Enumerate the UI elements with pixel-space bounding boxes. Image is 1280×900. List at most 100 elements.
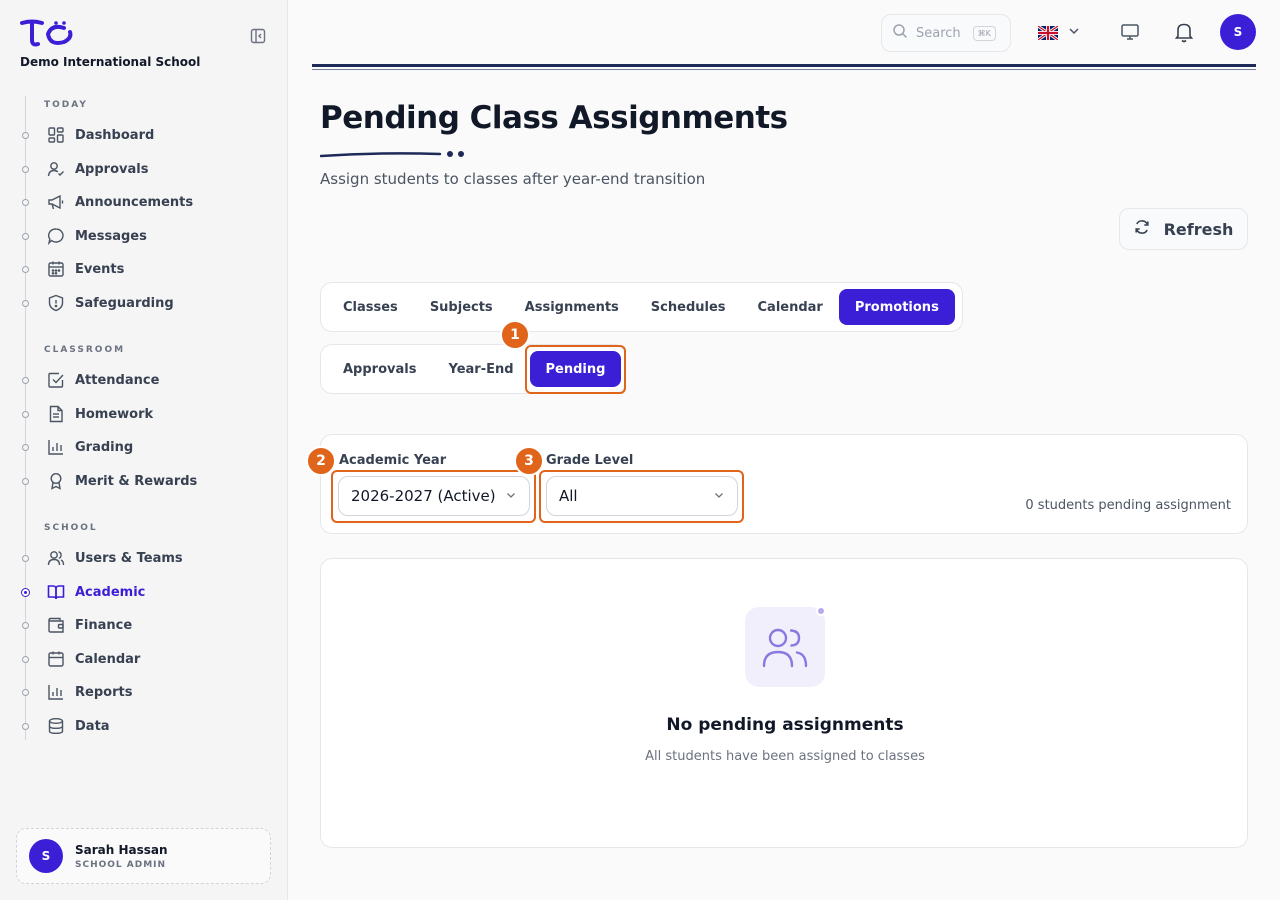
tab-year-end[interactable]: Year-End bbox=[432, 351, 529, 387]
chevron-down-icon bbox=[505, 487, 517, 505]
header-divider-thin bbox=[312, 69, 1256, 70]
pending-count-text: 0 students pending assignment bbox=[1025, 498, 1231, 513]
checkbox-icon bbox=[46, 371, 65, 390]
tab-subjects[interactable]: Subjects bbox=[414, 289, 509, 325]
document-icon bbox=[46, 405, 65, 424]
sidebar-item-label: Safeguarding bbox=[75, 295, 174, 311]
sidebar-item-academic[interactable]: Academic bbox=[46, 579, 266, 605]
title-underline-decoration bbox=[319, 146, 470, 165]
nav-dot bbox=[22, 555, 29, 562]
language-selector[interactable] bbox=[1037, 22, 1080, 41]
annotation-badge-1: 1 bbox=[500, 320, 530, 350]
refresh-button[interactable]: Refresh bbox=[1119, 208, 1248, 250]
chevron-down-icon bbox=[713, 487, 725, 505]
sidebar-item-safeguarding[interactable]: Safeguarding bbox=[46, 290, 266, 316]
section-title-school: SCHOOL bbox=[44, 523, 98, 533]
sidebar-item-label: Dashboard bbox=[75, 127, 155, 143]
nav-dot bbox=[22, 689, 29, 696]
dashboard-icon bbox=[46, 126, 65, 145]
page-subtitle: Assign students to classes after year-en… bbox=[320, 170, 706, 188]
sidebar: Demo International School TODAY CLASSROO… bbox=[0, 0, 288, 900]
search-icon bbox=[892, 23, 908, 43]
sidebar-item-merit-rewards[interactable]: Merit & Rewards bbox=[46, 468, 266, 494]
status-dot bbox=[816, 606, 826, 616]
message-icon bbox=[46, 227, 65, 246]
sidebar-item-homework[interactable]: Homework bbox=[46, 401, 266, 427]
monitor-icon[interactable] bbox=[1120, 22, 1140, 46]
book-icon bbox=[46, 583, 65, 602]
tab-approvals[interactable]: Approvals bbox=[327, 351, 432, 387]
sidebar-item-attendance[interactable]: Attendance bbox=[46, 367, 266, 393]
nav-dot bbox=[22, 656, 29, 663]
tab-classes[interactable]: Classes bbox=[327, 289, 414, 325]
nav-dot bbox=[22, 266, 29, 273]
search-shortcut: ⌘K bbox=[972, 25, 996, 41]
sidebar-item-events[interactable]: Events bbox=[46, 256, 266, 282]
user-check-icon bbox=[46, 160, 65, 179]
header-divider bbox=[312, 64, 1256, 67]
sidebar-item-label: Homework bbox=[75, 406, 154, 422]
sidebar-item-approvals[interactable]: Approvals bbox=[46, 156, 266, 182]
nav-dot bbox=[22, 233, 29, 240]
sidebar-item-grading[interactable]: Grading bbox=[46, 434, 266, 460]
bell-icon[interactable] bbox=[1172, 20, 1196, 48]
sidebar-item-announcements[interactable]: Announcements bbox=[46, 189, 266, 215]
sidebar-item-finance[interactable]: Finance bbox=[46, 612, 266, 638]
sidebar-item-label: Merit & Rewards bbox=[75, 473, 198, 489]
sub-tabs: Approvals Year-End Pending bbox=[320, 344, 626, 394]
nav-dot bbox=[22, 132, 29, 139]
nav-dot bbox=[22, 478, 29, 485]
academic-year-select[interactable]: 2026-2027 (Active) bbox=[338, 476, 530, 516]
award-icon bbox=[46, 472, 65, 491]
user-role: SCHOOL ADMIN bbox=[75, 859, 167, 870]
empty-state-title: No pending assignments bbox=[666, 715, 904, 735]
users-icon bbox=[46, 549, 65, 568]
shield-icon bbox=[46, 294, 65, 313]
sidebar-item-users-teams[interactable]: Users & Teams bbox=[46, 545, 266, 571]
tab-pending[interactable]: Pending bbox=[529, 351, 622, 387]
nav-dot bbox=[22, 444, 29, 451]
sidebar-item-label: Approvals bbox=[75, 161, 149, 177]
nav-dot bbox=[22, 411, 29, 418]
annotation-badge-3: 3 bbox=[514, 446, 544, 476]
search-input[interactable]: Search ⌘K bbox=[881, 14, 1011, 52]
tab-assignments[interactable]: Assignments bbox=[509, 289, 635, 325]
refresh-label: Refresh bbox=[1163, 219, 1234, 239]
school-logo[interactable] bbox=[20, 18, 74, 52]
sidebar-item-data[interactable]: Data bbox=[46, 713, 266, 739]
nav-dot bbox=[22, 377, 29, 384]
sidebar-item-label: Academic bbox=[75, 584, 146, 600]
sidebar-item-messages[interactable]: Messages bbox=[46, 223, 266, 249]
uk-flag-icon bbox=[1037, 24, 1059, 41]
user-profile-card[interactable]: S Sarah Hassan SCHOOL ADMIN bbox=[16, 828, 271, 884]
sidebar-item-calendar[interactable]: Calendar bbox=[46, 646, 266, 672]
nav-timeline bbox=[25, 96, 26, 740]
sidebar-item-label: Users & Teams bbox=[75, 550, 183, 566]
sidebar-item-label: Messages bbox=[75, 228, 147, 244]
grade-level-label: Grade Level bbox=[546, 453, 634, 468]
avatar: S bbox=[29, 839, 63, 873]
collapse-sidebar-icon[interactable] bbox=[250, 28, 268, 46]
grade-level-value: All bbox=[559, 487, 578, 505]
nav-dot-active bbox=[21, 588, 30, 597]
sidebar-item-label: Attendance bbox=[75, 372, 160, 388]
tab-schedules[interactable]: Schedules bbox=[635, 289, 742, 325]
sidebar-item-label: Grading bbox=[75, 439, 134, 455]
grade-level-select[interactable]: All bbox=[546, 476, 738, 516]
annotation-badge-2: 2 bbox=[306, 446, 336, 476]
calendar-icon bbox=[46, 650, 65, 669]
nav-dot bbox=[22, 622, 29, 629]
database-icon bbox=[46, 717, 65, 736]
sidebar-item-label: Reports bbox=[75, 684, 133, 700]
tab-promotions[interactable]: Promotions bbox=[838, 289, 955, 325]
calendar-grid-icon bbox=[46, 260, 65, 279]
nav-dot bbox=[22, 723, 29, 730]
sidebar-item-label: Data bbox=[75, 718, 110, 734]
avatar[interactable]: S bbox=[1220, 14, 1256, 50]
sidebar-item-label: Events bbox=[75, 261, 125, 277]
sidebar-item-reports[interactable]: Reports bbox=[46, 679, 266, 705]
sidebar-item-dashboard[interactable]: Dashboard bbox=[46, 122, 266, 148]
tab-calendar[interactable]: Calendar bbox=[742, 289, 839, 325]
nav-dot bbox=[22, 300, 29, 307]
users-icon bbox=[745, 607, 825, 687]
